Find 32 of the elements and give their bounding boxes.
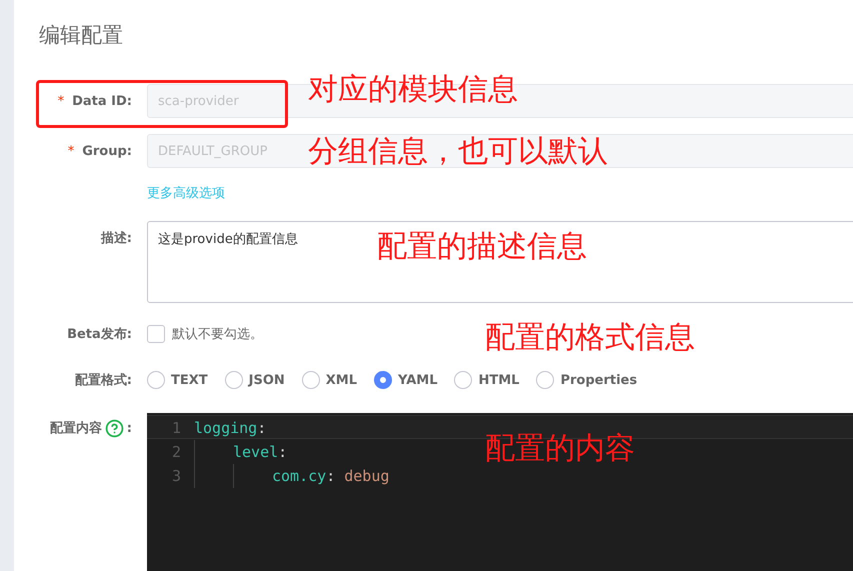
yaml-colon: : [326, 466, 336, 486]
field-label: Beta发布: [67, 326, 132, 344]
annotation: 配置的描述信息 [377, 229, 587, 265]
line-number: 2 [170, 442, 182, 462]
annotation: 配置的内容 [485, 430, 635, 467]
annotation: 配置的格式信息 [485, 320, 695, 356]
page-title: 编辑配置 [39, 22, 124, 49]
format-radio[interactable]: TEXT [147, 371, 208, 390]
format-radio[interactable]: HTML [454, 371, 520, 390]
field-label: 配置内容 [50, 420, 102, 438]
annotation: 分组信息，也可以默认 [308, 134, 608, 170]
label-colon: : [126, 420, 132, 436]
format-radio[interactable]: JSON [224, 371, 285, 390]
help-icon[interactable] [104, 418, 124, 438]
field-label: 描述: [100, 230, 132, 247]
yaml-key: com.cy [272, 464, 326, 486]
format-radio[interactable]: YAML [374, 371, 438, 390]
beta-checkbox[interactable] [147, 325, 165, 344]
required-mark: * [58, 94, 64, 108]
format-radio[interactable]: Properties [536, 371, 638, 390]
yaml-key: level [233, 440, 278, 462]
checkbox-hint: 默认不要勾选。 [172, 326, 263, 344]
yaml-value: debug [343, 466, 390, 486]
yaml-key: logging [194, 416, 258, 438]
yaml-colon: : [278, 442, 288, 462]
format-radio[interactable]: XML [302, 371, 358, 390]
field-label: Group: [82, 144, 132, 158]
line-number: 3 [170, 466, 182, 486]
field-label: 配置格式: [74, 372, 132, 390]
yaml-colon: : [257, 418, 266, 438]
required-mark: * [68, 144, 74, 158]
field-label: Data ID: [72, 94, 132, 108]
